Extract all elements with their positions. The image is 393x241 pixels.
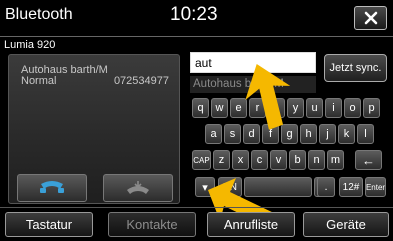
key-i[interactable]: i: [325, 98, 342, 118]
key-o[interactable]: o: [344, 98, 361, 118]
enter-key[interactable]: Enter: [365, 177, 386, 197]
key-m[interactable]: m: [327, 150, 344, 170]
key-z[interactable]: z: [213, 150, 230, 170]
key-c[interactable]: c: [251, 150, 268, 170]
tab-tastatur[interactable]: Tastatur: [5, 212, 93, 237]
close-icon: [364, 11, 377, 25]
key-a[interactable]: a: [205, 124, 222, 144]
backspace-key[interactable]: ←: [355, 150, 382, 170]
contact-type: Normal: [21, 75, 57, 87]
key-f[interactable]: f: [262, 124, 279, 144]
key-d[interactable]: d: [243, 124, 260, 144]
header-divider: [0, 36, 393, 37]
call-button[interactable]: [17, 174, 87, 202]
clock: 10:23: [170, 4, 218, 25]
search-suggestion[interactable]: Autohaus barth/M: [190, 76, 316, 93]
key-h[interactable]: h: [300, 124, 317, 144]
key-q[interactable]: q: [192, 98, 209, 118]
key-j[interactable]: j: [319, 124, 336, 144]
key-y[interactable]: y: [287, 98, 304, 118]
app-title: Bluetooth: [5, 6, 73, 23]
hangup-button[interactable]: [103, 174, 173, 202]
key-g[interactable]: g: [281, 124, 298, 144]
phone-call-icon: [40, 181, 64, 193]
key-n[interactable]: n: [308, 150, 325, 170]
space-key[interactable]: [244, 177, 312, 197]
key-b[interactable]: b: [289, 150, 306, 170]
key-e[interactable]: e: [230, 98, 247, 118]
search-input[interactable]: [190, 52, 316, 73]
key-s[interactable]: s: [224, 124, 241, 144]
key-l[interactable]: l: [357, 124, 374, 144]
tab-kontakte[interactable]: Kontakte: [108, 212, 196, 237]
key-period[interactable]: .: [317, 177, 335, 197]
key-r[interactable]: r: [249, 98, 266, 118]
close-button[interactable]: [354, 6, 387, 30]
key-t[interactable]: t: [268, 98, 285, 118]
key-u[interactable]: u: [306, 98, 323, 118]
phone-hangup-icon: [127, 181, 149, 194]
language-key[interactable]: EN: [218, 177, 242, 197]
numbers-key[interactable]: 12#: [339, 177, 363, 197]
tab-anrufliste[interactable]: Anrufliste: [207, 212, 295, 237]
contact-panel: Autohaus barth/M Normal 072534977: [8, 54, 180, 204]
bottom-divider: [0, 207, 393, 208]
key-caps[interactable]: CAP: [192, 150, 211, 170]
key-w[interactable]: w: [211, 98, 228, 118]
key-v[interactable]: v: [270, 150, 287, 170]
keyboard-hide-key[interactable]: ▾: [195, 177, 215, 197]
sync-button[interactable]: Jetzt sync.: [324, 54, 387, 82]
key-k[interactable]: k: [338, 124, 355, 144]
key-p[interactable]: p: [363, 98, 380, 118]
key-x[interactable]: x: [232, 150, 249, 170]
device-name: Lumia 920: [4, 39, 56, 51]
tab-geraete[interactable]: Geräte: [303, 212, 389, 237]
contact-number: 072534977: [113, 75, 169, 87]
